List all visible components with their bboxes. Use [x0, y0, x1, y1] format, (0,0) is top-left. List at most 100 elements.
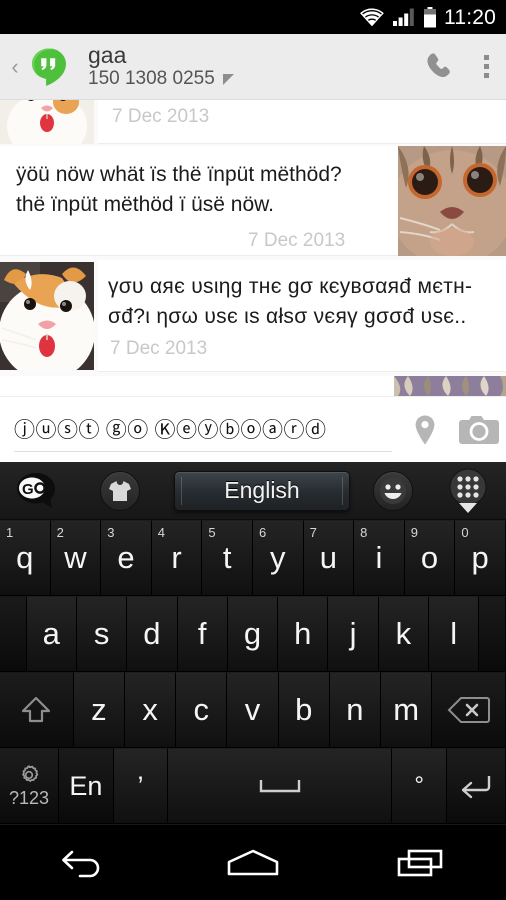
key-y[interactable]: 6y	[252, 520, 304, 596]
key-q[interactable]: 1q	[0, 520, 51, 596]
key-l[interactable]: l	[429, 596, 480, 672]
space-key[interactable]	[168, 748, 393, 824]
key-w[interactable]: 2w	[50, 520, 102, 596]
back-button[interactable]: ‹	[4, 54, 26, 80]
shift-key-icon	[22, 696, 51, 723]
conversation-list[interactable]: 7 Dec 2013 ÿöü nöw whät ïs thë ïnpüt mët…	[0, 100, 506, 396]
key-i[interactable]: 8i	[354, 520, 405, 596]
key-label: p	[471, 540, 489, 575]
key-label: c	[193, 692, 210, 727]
period-key[interactable]: °	[392, 748, 447, 824]
key-label: m	[393, 692, 420, 727]
key-f[interactable]: f	[177, 596, 228, 672]
key-o[interactable]: 9o	[404, 520, 456, 596]
key-label: g	[243, 616, 262, 651]
key-v[interactable]: v	[227, 672, 279, 748]
key-p[interactable]: 0p	[455, 520, 506, 596]
emoji-button[interactable]	[356, 470, 430, 511]
key-h[interactable]: h	[278, 596, 329, 672]
cat-white-orange-avatar[interactable]	[0, 100, 94, 144]
key-alt-label: 8	[360, 525, 368, 540]
message-line: ÿöü nöw whät ïs thë ïnpüt mëthöd?	[16, 163, 342, 186]
camera-button[interactable]	[452, 414, 506, 446]
space-bar-icon	[259, 780, 301, 793]
symbols-key-inner: ?123	[9, 763, 49, 809]
list-item[interactable]: ÿöü nöw whät ïs thë ïnpüt mëthöd? thë ïn…	[0, 146, 506, 258]
theme-button-circle	[100, 470, 140, 511]
key-j[interactable]: j	[328, 596, 379, 672]
go-keyboard[interactable]: G English 1 q 2 w 3 e 4 r 5 t 6 y 7 u 8 …	[0, 462, 506, 825]
key-label: a	[42, 616, 60, 651]
comma-key-label: ’	[137, 770, 144, 801]
key-k[interactable]: k	[378, 596, 430, 672]
cat-tabby-avatar[interactable]	[398, 146, 506, 256]
key-r[interactable]: 4r	[151, 520, 203, 596]
language-selector[interactable]: English	[174, 470, 350, 511]
comma-key[interactable]: ’	[113, 748, 169, 824]
message-line: thë ïnpüt mëthöd ï üsë nöw.	[16, 193, 275, 217]
key-b[interactable]: b	[278, 672, 330, 748]
key-label: y	[270, 540, 286, 575]
compose-bar: ⓙⓤⓢⓣ ⓖⓞ Ⓚⓔⓨⓑⓞⓐⓡⓓ	[0, 396, 506, 462]
key-c[interactable]: c	[176, 672, 228, 748]
hangouts-logo-icon[interactable]	[28, 46, 70, 88]
enter-key-icon	[461, 776, 491, 799]
symbols-key-label: ?123	[8, 788, 50, 808]
chevron-down-icon[interactable]	[222, 73, 234, 85]
overflow-dot	[483, 73, 489, 78]
keyboard-row-4: ?123 En ’ °	[0, 748, 506, 824]
overflow-menu-button[interactable]	[466, 55, 506, 78]
cat-orange-white-avatar[interactable]	[0, 262, 94, 370]
go-keyboard-logo-button[interactable]: G	[0, 470, 72, 512]
keyboard-toolbar: G English	[0, 462, 506, 520]
nav-recents-button[interactable]	[367, 835, 477, 891]
key-e[interactable]: 3e	[101, 520, 152, 596]
key-label: s	[93, 616, 110, 651]
back-chevron-icon: ‹	[11, 53, 19, 79]
message-text: ÿöü nöw whät ïs thë ïnpüt mëthöd? thë ïn…	[16, 160, 388, 221]
key-u[interactable]: 7u	[303, 520, 355, 596]
shift-key[interactable]	[0, 672, 74, 748]
key-label: r	[171, 540, 182, 575]
location-button[interactable]	[398, 414, 452, 446]
conversation-titles[interactable]: gaa 150 1308 0255	[88, 43, 414, 90]
camera-icon	[459, 415, 499, 444]
message-text	[108, 372, 388, 388]
key-n[interactable]: n	[329, 672, 382, 748]
key-alt-label: 9	[410, 525, 418, 540]
list-item[interactable]: 7 Dec 2013	[0, 100, 506, 144]
key-x[interactable]: x	[125, 672, 177, 748]
key-label: e	[117, 540, 135, 575]
symbols-key[interactable]: ?123	[0, 748, 59, 824]
call-button[interactable]	[414, 50, 466, 84]
key-g[interactable]: g	[227, 596, 279, 672]
theme-button[interactable]	[72, 470, 168, 511]
message-input-value: ⓙⓤⓢⓣ ⓖⓞ Ⓚⓔⓨⓑⓞⓐⓡⓓ	[14, 418, 327, 442]
key-label: t	[222, 540, 232, 575]
svg-text:G: G	[22, 481, 34, 498]
key-m[interactable]: m	[381, 672, 433, 748]
key-d[interactable]: d	[127, 596, 178, 672]
backspace-key[interactable]	[432, 672, 506, 748]
key-alt-label: 4	[157, 525, 166, 540]
key-t[interactable]: 5t	[202, 520, 253, 596]
cat-striped-avatar[interactable]	[394, 376, 506, 396]
key-label: f	[197, 616, 207, 651]
list-item[interactable]	[0, 376, 506, 396]
key-label: l	[450, 616, 458, 651]
apps-menu-button[interactable]	[430, 467, 506, 515]
key-label: i	[375, 540, 383, 575]
nav-back-button[interactable]	[29, 835, 139, 891]
enter-key[interactable]	[446, 748, 506, 824]
key-a[interactable]: a	[26, 596, 77, 672]
list-item[interactable]: γσυ αяє υsιηg тнє gσ кєувσαяđ мєтн- σđ?ι…	[0, 260, 506, 374]
page-title: gaa	[88, 42, 127, 68]
nav-home-button[interactable]	[198, 835, 308, 891]
key-alt-label: 0	[461, 525, 469, 540]
message-input[interactable]: ⓙⓤⓢⓣ ⓖⓞ Ⓚⓔⓨⓑⓞⓐⓡⓓ	[14, 408, 392, 452]
language-key[interactable]: En	[59, 748, 114, 824]
message-timestamp: 7 Dec 2013	[112, 106, 210, 127]
key-z[interactable]: z	[73, 672, 125, 748]
language-key-label: En	[69, 770, 103, 801]
key-s[interactable]: s	[76, 596, 128, 672]
